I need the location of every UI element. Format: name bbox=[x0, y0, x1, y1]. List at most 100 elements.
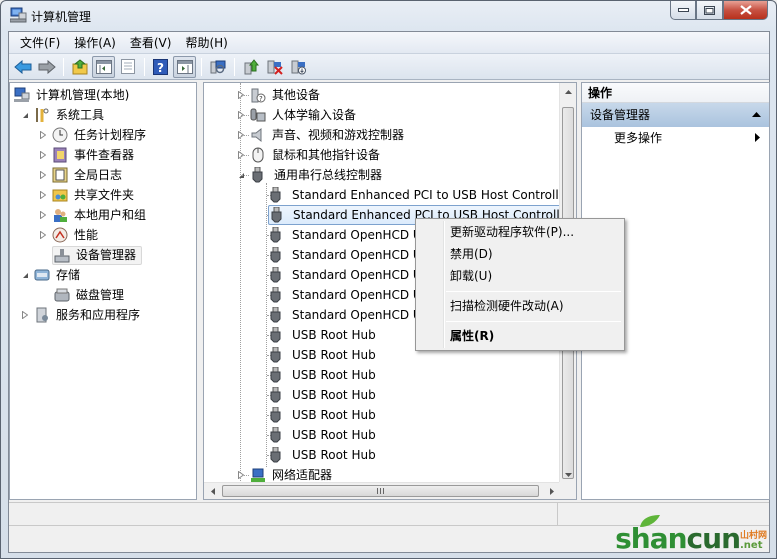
usb-icon bbox=[270, 307, 281, 323]
tree-item-local-users-groups[interactable]: 本地用户和组 bbox=[38, 205, 148, 225]
expand-icon[interactable] bbox=[38, 230, 48, 240]
disable-button[interactable] bbox=[287, 56, 310, 78]
menu-action[interactable]: 操作(A) bbox=[67, 33, 123, 53]
uninstall-button[interactable] bbox=[263, 56, 286, 78]
scroll-down-icon bbox=[565, 472, 572, 477]
watermark-site: 山村网 .net bbox=[740, 531, 768, 551]
maximize-button[interactable] bbox=[696, 1, 723, 20]
uninstall-device-icon bbox=[267, 60, 283, 75]
scan-hardware-button[interactable] bbox=[206, 56, 229, 78]
scroll-left-button[interactable] bbox=[204, 483, 221, 499]
collapse-icon[interactable] bbox=[20, 270, 30, 280]
properties-icon bbox=[120, 59, 135, 74]
help-button[interactable]: ? bbox=[149, 56, 172, 78]
ctx-update-driver[interactable]: 更新驱动程序软件(P)... bbox=[418, 221, 622, 243]
device-category-sound[interactable]: 声音、视频和游戏控制器 bbox=[236, 125, 406, 145]
usb-icon bbox=[270, 407, 281, 423]
usb-device-label: Standard Enhanced PCI to USB Host Contro… bbox=[292, 188, 572, 202]
usb-device-label: USB Root Hub bbox=[292, 408, 376, 422]
tree-item-services-applications[interactable]: 服务和应用程序 bbox=[20, 305, 142, 325]
expand-icon[interactable] bbox=[20, 310, 30, 320]
maximize-icon bbox=[704, 5, 715, 15]
expand-icon[interactable] bbox=[38, 150, 48, 160]
ctx-disable[interactable]: 禁用(D) bbox=[418, 243, 622, 265]
usb-device-item[interactable]: USB Root Hub bbox=[268, 325, 378, 345]
svg-text:?: ? bbox=[259, 95, 263, 103]
tree-item-global-logs[interactable]: 全局日志 bbox=[38, 165, 124, 185]
up-one-level-button[interactable] bbox=[68, 56, 91, 78]
collapse-icon[interactable] bbox=[20, 110, 30, 120]
usb-device-label: USB Root Hub bbox=[292, 448, 376, 462]
usb-device-label: USB Root Hub bbox=[292, 388, 376, 402]
expand-icon[interactable] bbox=[236, 470, 246, 480]
client-area: 文件(F) 操作(A) 查看(V) 帮助(H) ? 计算机管理(本地) 系统工具… bbox=[8, 31, 770, 553]
usb-icon bbox=[270, 227, 281, 243]
title-bar[interactable]: 计算机管理 bbox=[1, 1, 776, 31]
show-hide-console-tree-button[interactable] bbox=[92, 55, 115, 78]
usb-device-item[interactable]: USB Root Hub bbox=[268, 425, 378, 445]
tree-item-performance[interactable]: 性能 bbox=[38, 225, 100, 245]
scroll-up-button[interactable] bbox=[560, 83, 576, 100]
usb-device-item[interactable]: USB Root Hub bbox=[268, 445, 378, 465]
ctx-uninstall[interactable]: 卸载(U) bbox=[418, 265, 622, 287]
performance-icon bbox=[52, 227, 68, 243]
action-more-actions[interactable]: 更多操作 bbox=[582, 127, 769, 149]
usb-device-item[interactable]: USB Root Hub bbox=[268, 385, 378, 405]
close-button[interactable] bbox=[723, 1, 768, 20]
device-category-usb[interactable]: 通用串行总线控制器 bbox=[236, 165, 384, 185]
ctx-separator bbox=[446, 321, 621, 322]
usb-icon bbox=[270, 387, 281, 403]
horizontal-scrollbar[interactable] bbox=[204, 482, 560, 499]
back-button[interactable] bbox=[11, 56, 34, 78]
usb-icon bbox=[270, 247, 281, 263]
ctx-scan-hardware[interactable]: 扫描检测硬件改动(A) bbox=[418, 295, 622, 317]
properties-button[interactable] bbox=[116, 56, 139, 78]
usb-icon bbox=[252, 167, 263, 183]
tree-item-task-scheduler[interactable]: 任务计划程序 bbox=[38, 125, 148, 145]
menu-help[interactable]: 帮助(H) bbox=[178, 33, 234, 53]
usb-device-item[interactable]: Standard Enhanced PCI to USB Host Contro… bbox=[268, 185, 573, 205]
log-icon bbox=[52, 167, 68, 183]
disk-icon bbox=[54, 288, 70, 302]
scroll-right-button[interactable] bbox=[543, 483, 560, 499]
show-hide-action-pane-button[interactable] bbox=[173, 55, 196, 78]
tree-item-shared-folders[interactable]: 共享文件夹 bbox=[38, 185, 136, 205]
usb-device-label: USB Root Hub bbox=[292, 348, 376, 362]
usb-icon bbox=[270, 347, 281, 363]
usb-icon bbox=[270, 187, 281, 203]
tree-item-event-viewer[interactable]: 事件查看器 bbox=[38, 145, 136, 165]
toolbar-separator bbox=[144, 57, 145, 76]
device-category-hid[interactable]: 人体学输入设备 bbox=[236, 105, 358, 125]
expand-icon[interactable] bbox=[38, 210, 48, 220]
hid-icon bbox=[250, 108, 266, 122]
minimize-button[interactable] bbox=[670, 1, 696, 20]
users-icon bbox=[54, 209, 67, 222]
usb-device-label: USB Root Hub bbox=[292, 428, 376, 442]
other-devices-icon: ? bbox=[251, 88, 266, 103]
collapse-section-icon bbox=[752, 112, 761, 117]
expand-icon[interactable] bbox=[38, 190, 48, 200]
usb-device-item[interactable]: USB Root Hub bbox=[268, 365, 378, 385]
menu-file[interactable]: 文件(F) bbox=[13, 33, 67, 53]
minimize-icon bbox=[677, 7, 689, 12]
device-category-mice[interactable]: 鼠标和其他指针设备 bbox=[236, 145, 382, 165]
menu-view[interactable]: 查看(V) bbox=[123, 33, 179, 53]
tree-root[interactable]: 计算机管理(本地) bbox=[14, 85, 131, 105]
watermark: shancun 山村网 .net bbox=[580, 515, 770, 555]
expand-icon[interactable] bbox=[38, 130, 48, 140]
menu-bar: 文件(F) 操作(A) 查看(V) 帮助(H) bbox=[9, 32, 769, 54]
action-section-device-manager[interactable]: 设备管理器 bbox=[582, 103, 769, 127]
scroll-down-button[interactable] bbox=[560, 466, 576, 483]
ctx-properties[interactable]: 属性(R) bbox=[418, 325, 622, 347]
show-hide-console-tree-icon bbox=[95, 59, 112, 74]
expand-icon[interactable] bbox=[38, 170, 48, 180]
update-driver-button[interactable] bbox=[239, 56, 262, 78]
tree-item-device-manager[interactable]: 设备管理器 bbox=[52, 245, 143, 265]
usb-device-item[interactable]: USB Root Hub bbox=[268, 405, 378, 425]
tree-item-storage[interactable]: 存储 bbox=[20, 265, 82, 285]
forward-button[interactable] bbox=[35, 56, 58, 78]
horizontal-scroll-thumb[interactable] bbox=[222, 485, 539, 497]
tree-item-system-tools[interactable]: 系统工具 bbox=[20, 105, 106, 125]
usb-device-item[interactable]: USB Root Hub bbox=[268, 345, 378, 365]
tree-item-disk-management[interactable]: 磁盘管理 bbox=[52, 285, 126, 305]
